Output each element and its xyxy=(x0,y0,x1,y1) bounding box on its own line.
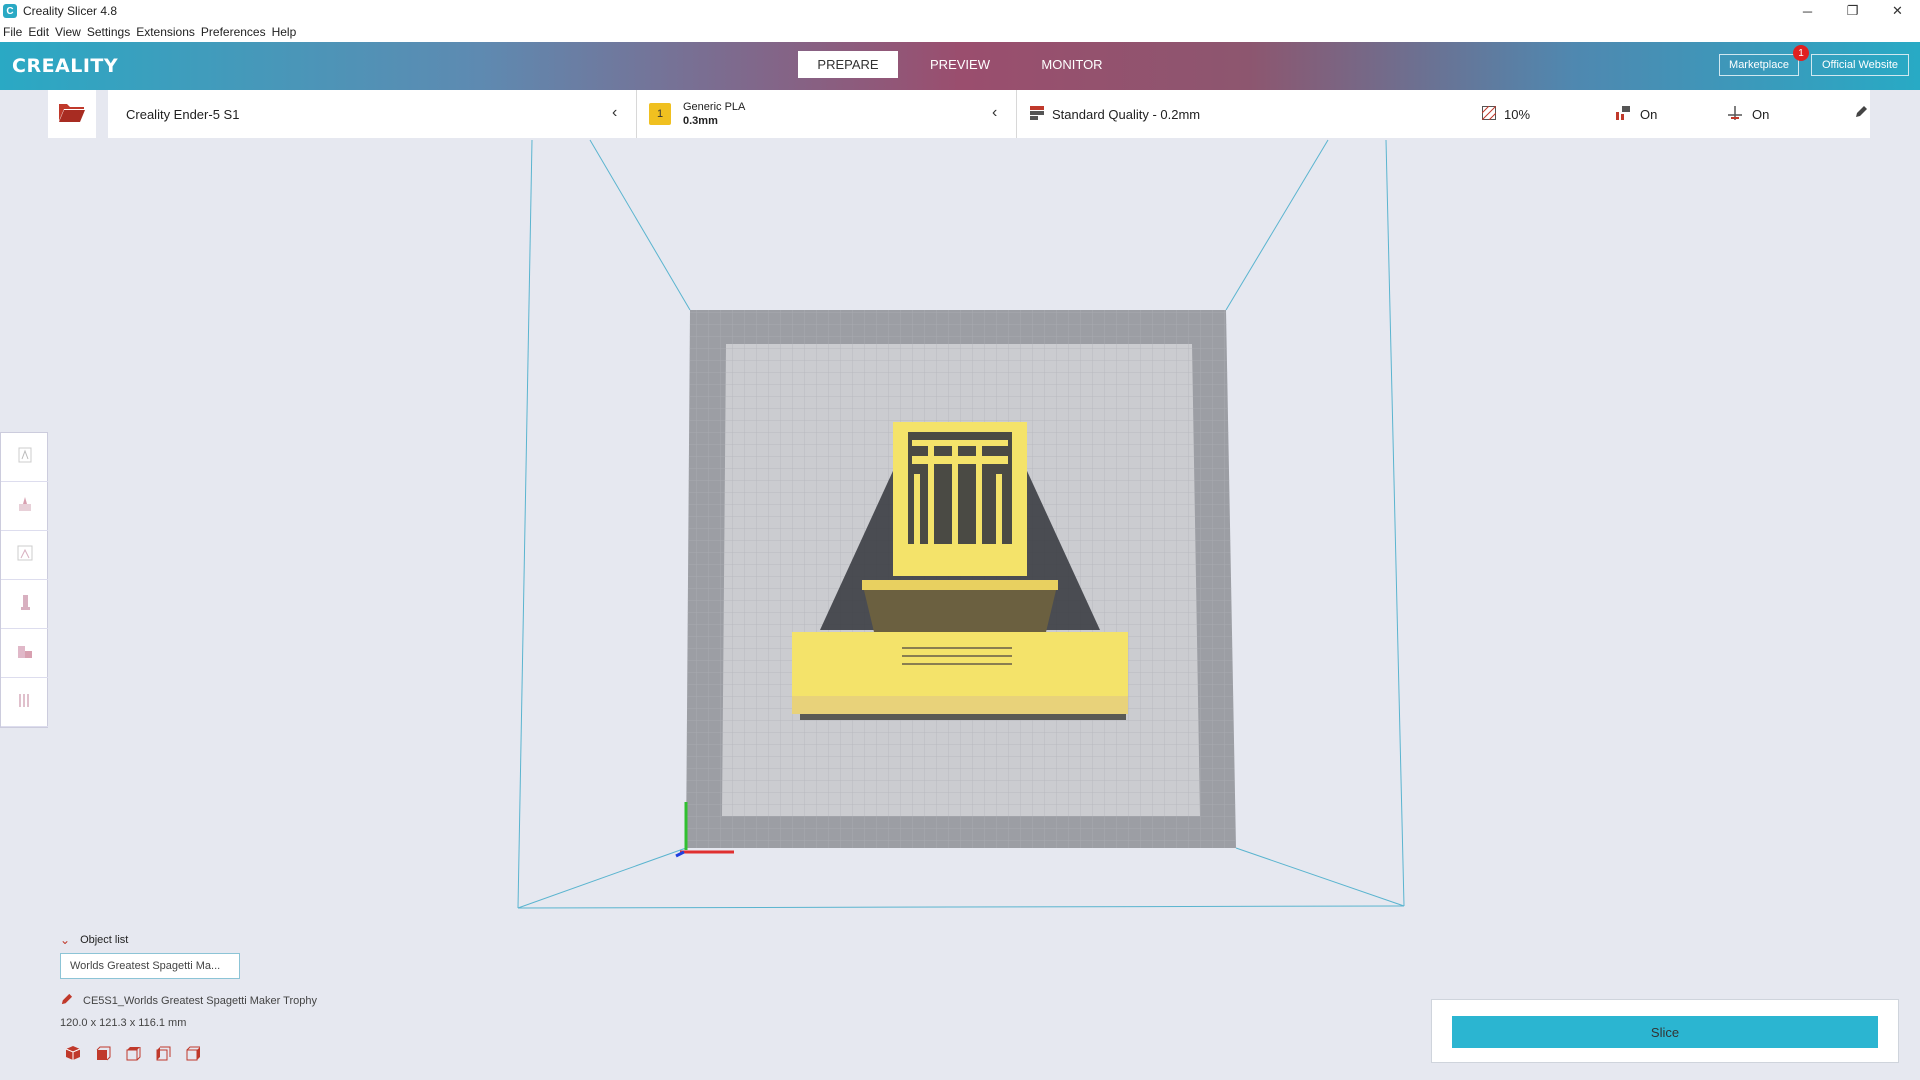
title-bar: C Creality Slicer 4.8 ─ ❐ ✕ xyxy=(0,0,1920,22)
app-icon: C xyxy=(3,4,17,18)
move-tool-button[interactable] xyxy=(1,433,48,482)
open-file-button[interactable] xyxy=(48,90,96,138)
restore-button[interactable]: ❐ xyxy=(1830,0,1875,22)
view-front-button[interactable] xyxy=(92,1046,114,1064)
settings-bar: Creality Ender-5 S1 ‹ 1 Generic PLA 0.3m… xyxy=(108,90,1870,138)
adhesion-icon xyxy=(1728,105,1742,123)
object-full-name: CE5S1_Worlds Greatest Spagetti Maker Tro… xyxy=(83,995,317,1007)
window-controls: ─ ❐ ✕ xyxy=(1785,0,1920,22)
view-left-button[interactable] xyxy=(152,1046,174,1064)
scale-tool-button[interactable] xyxy=(1,482,48,531)
mirror-tool-button[interactable] xyxy=(1,580,48,629)
close-button[interactable]: ✕ xyxy=(1875,0,1920,22)
app-header: CREALITY PREPARE PREVIEW MONITOR Marketp… xyxy=(0,42,1920,90)
menu-bar: File Edit View Settings Extensions Prefe… xyxy=(0,22,1920,42)
menu-help[interactable]: Help xyxy=(272,25,297,39)
menu-view[interactable]: View xyxy=(55,25,81,39)
menu-extensions[interactable]: Extensions xyxy=(136,25,195,39)
menu-edit[interactable]: Edit xyxy=(28,25,49,39)
chevron-down-icon: ⌄ xyxy=(60,933,71,947)
slice-panel: Slice xyxy=(1431,999,1899,1063)
cube-top-icon xyxy=(125,1045,141,1066)
per-model-settings-button[interactable] xyxy=(1,629,48,678)
marketplace-notification-badge: 1 xyxy=(1793,45,1809,61)
stage-tabs: PREPARE PREVIEW MONITOR xyxy=(798,51,1134,78)
chevron-left-icon[interactable]: ‹ xyxy=(992,104,997,122)
per-model-settings-icon xyxy=(15,641,35,666)
minimize-button[interactable]: ─ xyxy=(1785,0,1830,22)
object-list-toggle[interactable]: ⌄ Object list xyxy=(60,933,128,947)
3d-viewport[interactable] xyxy=(0,138,1920,1080)
support-blocker-button[interactable] xyxy=(1,678,48,727)
tab-preview[interactable]: PREVIEW xyxy=(910,51,1010,78)
cube-3d-icon xyxy=(65,1045,81,1066)
window-title: Creality Slicer 4.8 xyxy=(23,4,118,18)
menu-file[interactable]: File xyxy=(3,25,22,39)
support-setting[interactable]: On xyxy=(1616,90,1657,138)
extruder-icon: 1 xyxy=(649,103,671,125)
rotate-tool-icon xyxy=(15,543,35,568)
object-list-item[interactable]: Worlds Greatest Spagetti Ma... xyxy=(60,953,240,979)
quality-icon xyxy=(1030,105,1044,123)
infill-setting[interactable]: 10% xyxy=(1481,90,1531,138)
slice-button[interactable]: Slice xyxy=(1452,1016,1878,1048)
cube-front-icon xyxy=(95,1045,111,1066)
material-name: Generic PLA xyxy=(683,101,746,113)
quality-selector[interactable]: Standard Quality - 0.2mm xyxy=(1030,90,1200,138)
menu-settings[interactable]: Settings xyxy=(87,25,130,39)
view-3d-button[interactable] xyxy=(62,1045,84,1066)
left-toolbar xyxy=(0,432,48,728)
tab-monitor[interactable]: MONITOR xyxy=(1022,51,1122,78)
menu-preferences[interactable]: Preferences xyxy=(201,25,266,39)
move-tool-icon xyxy=(15,445,35,470)
support-value: On xyxy=(1640,106,1658,122)
nozzle-size: 0.3mm xyxy=(683,115,718,127)
support-icon xyxy=(1616,105,1630,123)
chevron-left-icon[interactable]: ‹ xyxy=(612,104,617,122)
scale-tool-icon xyxy=(15,494,35,519)
cube-left-icon xyxy=(155,1045,171,1066)
material-selector[interactable]: 1 Generic PLA 0.3mm xyxy=(649,90,745,138)
printer-name: Creality Ender-5 S1 xyxy=(126,106,240,122)
marketplace-button[interactable]: Marketplace xyxy=(1719,54,1799,76)
rotate-tool-button[interactable] xyxy=(1,531,48,580)
edit-pencil-icon[interactable] xyxy=(1854,105,1868,122)
cube-right-icon xyxy=(185,1045,201,1066)
object-list-title: Object list xyxy=(80,934,129,946)
adhesion-setting[interactable]: On xyxy=(1728,90,1769,138)
object-name-row[interactable]: CE5S1_Worlds Greatest Spagetti Maker Tro… xyxy=(60,993,317,1009)
pencil-icon xyxy=(60,993,73,1009)
object-dimensions: 120.0 x 121.3 x 116.1 mm xyxy=(60,1017,187,1029)
infill-icon xyxy=(1481,105,1497,123)
creality-logo: CREALITY xyxy=(12,55,119,77)
folder-icon xyxy=(58,101,86,128)
support-blocker-icon xyxy=(15,690,35,715)
printer-selector[interactable]: Creality Ender-5 S1 xyxy=(126,90,239,138)
adhesion-value: On xyxy=(1752,106,1770,122)
mirror-tool-icon xyxy=(15,592,35,617)
infill-value: 10% xyxy=(1504,106,1531,122)
official-website-button[interactable]: Official Website xyxy=(1811,54,1909,76)
view-right-button[interactable] xyxy=(182,1046,204,1064)
tab-prepare[interactable]: PREPARE xyxy=(798,51,898,78)
view-top-button[interactable] xyxy=(122,1046,144,1064)
camera-view-buttons xyxy=(62,1045,212,1066)
quality-profile: Standard Quality - 0.2mm xyxy=(1052,106,1201,122)
